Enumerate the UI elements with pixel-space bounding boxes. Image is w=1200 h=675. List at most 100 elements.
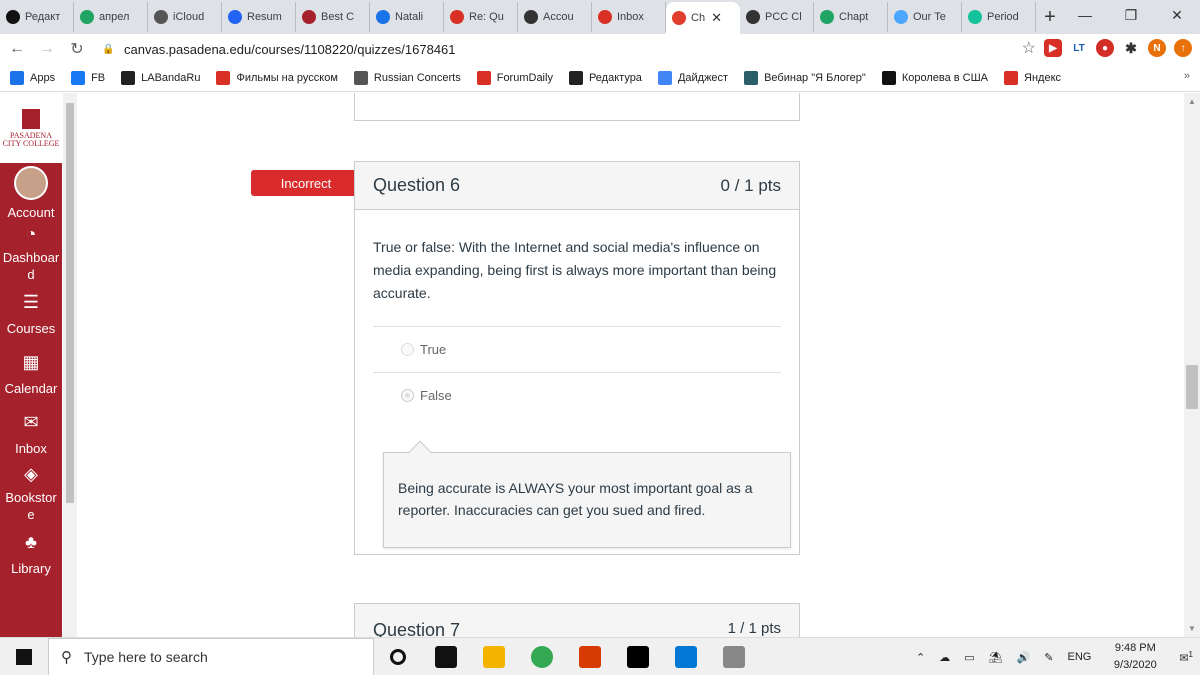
close-tab-icon[interactable]: ✕ [711, 10, 722, 26]
taskbar-app-1[interactable] [422, 638, 470, 675]
taskbar-app-5[interactable] [614, 638, 662, 675]
task-view-icon [435, 645, 457, 668]
bookmark-10[interactable]: Яндекс [1004, 70, 1061, 85]
nav-courses[interactable]: ☰ Courses [0, 283, 62, 343]
tab-5[interactable]: Natali [370, 2, 444, 32]
pen-icon[interactable]: ✎ [1044, 651, 1053, 664]
taskbar-app-2[interactable] [470, 638, 518, 675]
tab-13[interactable]: Period [962, 2, 1036, 32]
update-icon[interactable]: ↑ [1174, 39, 1192, 57]
college-logo[interactable]: PASADENA CITY COLLEGE [0, 93, 62, 163]
page-scroll-thumb[interactable] [1186, 365, 1198, 409]
ext-video-icon[interactable]: ▶ [1044, 39, 1062, 57]
ext-lt-icon[interactable]: LT [1070, 39, 1088, 57]
window-controls: — ❐ ✕ [1062, 0, 1200, 30]
nav-library[interactable]: ♣ Library [0, 523, 62, 583]
answer-label: False [420, 388, 452, 403]
taskbar-app-7[interactable] [710, 638, 758, 675]
bookmark-2[interactable]: LABandaRu [121, 70, 200, 85]
bookmark-7[interactable]: Дайджест [657, 70, 728, 85]
language-indicator[interactable]: ENG [1067, 651, 1091, 663]
bookmark-0[interactable]: Apps [10, 70, 55, 85]
nav-scroll-thumb[interactable] [66, 103, 74, 503]
taskbar-app-4[interactable] [566, 638, 614, 675]
reload-icon[interactable]: ↻ [64, 39, 90, 59]
answer-label: True [420, 342, 447, 357]
library-icon: ♣ [25, 532, 37, 552]
taskbar-app-3[interactable] [518, 638, 566, 675]
new-tab-icon[interactable]: + [1036, 2, 1064, 32]
bookmark-label: FB [91, 71, 106, 84]
radio-true[interactable] [401, 343, 414, 356]
restore-icon[interactable]: ❐ [1108, 0, 1154, 30]
canvas-icon [672, 11, 686, 25]
chevron-up-icon[interactable]: ⌃ [916, 651, 925, 664]
bookmark-9[interactable]: Королева в США [881, 70, 988, 85]
drive-icon [820, 10, 834, 24]
tab-12[interactable]: Our Te [888, 2, 962, 32]
nav-label: Bookstore [5, 490, 57, 522]
tab-4[interactable]: Best C [296, 2, 370, 32]
url-field[interactable]: 🔒 canvas.pasadena.edu/courses/1108220/qu… [102, 37, 982, 61]
bookmark-3[interactable]: Фильмы на русском [216, 70, 338, 85]
close-window-icon[interactable]: ✕ [1154, 0, 1200, 30]
nav-inbox[interactable]: ✉ Inbox [0, 403, 62, 463]
comment-pointer [408, 440, 432, 464]
bookmark-8[interactable]: Вебинар "Я Блогер" [744, 70, 866, 85]
tab-11[interactable]: Chapt [814, 2, 888, 32]
facebook-icon [71, 70, 86, 85]
dashboard-icon: ◔ [25, 223, 37, 244]
tab-0[interactable]: Редакт [0, 2, 74, 32]
back-icon[interactable]: ← [4, 40, 30, 58]
onedrive-icon[interactable]: ☁ [939, 651, 950, 664]
battery-icon[interactable]: ▭ [964, 651, 974, 664]
taskbar-app-0[interactable] [374, 638, 422, 675]
notification-count: 1 [1188, 649, 1193, 659]
windows-icon [16, 648, 32, 665]
bookmark-4[interactable]: Russian Concerts [353, 70, 461, 85]
nav-dashboard[interactable]: ◔ Dashboard [0, 223, 62, 283]
tab-8[interactable]: Inbox [592, 2, 666, 32]
nav-scrollbar[interactable] [63, 93, 77, 637]
forward-icon[interactable]: → [34, 40, 60, 58]
ext-lastpass-icon[interactable]: ● [1096, 39, 1114, 57]
page-scrollbar[interactable]: ▲ ▼ [1184, 93, 1200, 637]
lb-icon [568, 70, 583, 85]
taskbar-search[interactable]: ⚲ Type here to search [48, 637, 374, 675]
answer-false[interactable]: False [355, 373, 799, 418]
radio-false[interactable] [401, 389, 414, 402]
start-button[interactable] [0, 638, 48, 675]
scroll-up-icon[interactable]: ▲ [1184, 97, 1200, 106]
tab-9[interactable]: Ch ✕ [666, 2, 740, 34]
nav-calendar[interactable]: ▦ Calendar [0, 343, 62, 403]
question-points: 0 / 1 pts [720, 175, 781, 195]
profile-avatar-icon[interactable]: N [1148, 39, 1166, 57]
bookmark-1[interactable]: FB [71, 70, 106, 85]
wifi-icon[interactable]: ⛱ [989, 651, 1003, 664]
volume-icon[interactable]: 🔊 [1017, 651, 1031, 664]
bookmark-6[interactable]: Редактура [568, 70, 642, 85]
star-icon[interactable]: ☆ [1022, 38, 1036, 58]
nav-bookstore[interactable]: ◈ Bookstore [0, 463, 62, 523]
incorrect-badge: Incorrect [251, 170, 361, 196]
tab-10[interactable]: PCC Cl [740, 2, 814, 32]
scroll-down-icon[interactable]: ▼ [1184, 624, 1200, 633]
gc-icon [744, 70, 759, 85]
bookmark-5[interactable]: ForumDaily [476, 70, 553, 85]
tab-2[interactable]: iCloud [148, 2, 222, 32]
tab-7[interactable]: Accou [518, 2, 592, 32]
ext-puzzle-icon[interactable]: ✱ [1122, 39, 1140, 57]
forumdaily-icon [476, 70, 491, 85]
tab-6[interactable]: Re: Qu [444, 2, 518, 32]
bookmarks-more[interactable]: » [1184, 70, 1190, 82]
minimize-icon[interactable]: — [1062, 0, 1108, 30]
nav-account[interactable]: Account [0, 163, 62, 223]
taskbar-app-6[interactable] [662, 638, 710, 675]
tab-3[interactable]: Resum [222, 2, 296, 32]
tab-1[interactable]: апрел [74, 2, 148, 32]
nav-label: Courses [6, 320, 56, 336]
notifications-icon[interactable]: ✉1 [1179, 650, 1193, 665]
answer-true[interactable]: True [355, 327, 799, 372]
clock[interactable]: 9:48 PM 9/3/2020 [1098, 640, 1172, 674]
image-viewer-icon [723, 645, 745, 668]
